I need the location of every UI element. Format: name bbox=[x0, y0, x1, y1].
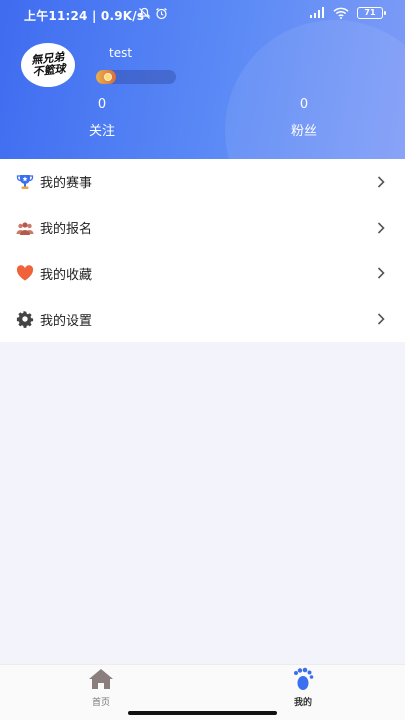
profile-header: 上午11:24 | 0.9K/s 71 無兄弟 不籃球 test 0 关注 0 … bbox=[0, 0, 405, 159]
battery-indicator: 71 bbox=[357, 7, 386, 19]
status-bar: 上午11:24 | 0.9K/s 71 bbox=[0, 0, 405, 30]
fans-count: 0 bbox=[299, 97, 309, 112]
tab-home-label: 首页 bbox=[91, 698, 110, 708]
chevron-right-icon bbox=[377, 222, 385, 234]
menu-item-label: 我的报名 bbox=[40, 222, 93, 238]
menu-item-label: 我的赛事 bbox=[40, 176, 93, 192]
profile-menu: 我的赛事 我的报名 我的收藏 我的设置 bbox=[0, 159, 405, 342]
avatar-logo: 無兄弟 不籃球 bbox=[30, 50, 66, 79]
username: test bbox=[109, 46, 133, 60]
wifi-icon bbox=[333, 7, 349, 19]
fans-stat[interactable]: 0 粉丝 bbox=[274, 97, 334, 139]
tab-mine-label: 我的 bbox=[293, 698, 312, 708]
chevron-right-icon bbox=[377, 176, 385, 188]
heart-icon bbox=[16, 264, 34, 282]
gear-icon bbox=[16, 310, 34, 329]
menu-item-my-registrations[interactable]: 我的报名 bbox=[0, 205, 405, 251]
footprint-icon bbox=[273, 667, 333, 691]
coin-icon bbox=[104, 73, 112, 81]
group-icon bbox=[16, 219, 34, 237]
signal-icon bbox=[310, 7, 324, 18]
menu-item-my-events[interactable]: 我的赛事 bbox=[0, 159, 405, 205]
following-count: 0 bbox=[97, 97, 107, 112]
alarm-icon bbox=[156, 8, 167, 20]
level-progress-bar bbox=[96, 70, 176, 84]
following-label: 关注 bbox=[88, 124, 115, 139]
home-indicator bbox=[128, 711, 277, 715]
menu-item-my-favorites[interactable]: 我的收藏 bbox=[0, 251, 405, 297]
chevron-right-icon bbox=[377, 313, 385, 325]
following-stat[interactable]: 0 关注 bbox=[72, 97, 132, 139]
tab-home[interactable]: 首页 bbox=[71, 667, 131, 708]
mute-icon bbox=[138, 7, 151, 19]
fans-label: 粉丝 bbox=[290, 124, 317, 139]
tab-mine[interactable]: 我的 bbox=[273, 667, 333, 708]
menu-item-label: 我的收藏 bbox=[40, 267, 93, 283]
chevron-right-icon bbox=[377, 267, 385, 279]
menu-item-my-settings[interactable]: 我的设置 bbox=[0, 296, 405, 342]
menu-item-label: 我的设置 bbox=[40, 313, 93, 329]
trophy-icon bbox=[16, 173, 34, 191]
avatar[interactable]: 無兄弟 不籃球 bbox=[21, 43, 75, 87]
status-time: 上午11:24 | 0.9K/s bbox=[24, 9, 145, 23]
home-icon bbox=[71, 667, 131, 691]
